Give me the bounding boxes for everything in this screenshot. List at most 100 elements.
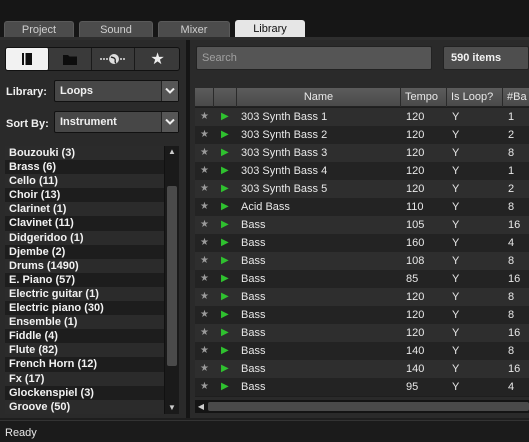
star-icon[interactable]: ★: [200, 324, 209, 342]
table-row[interactable]: ★ ▶ 303 Synth Bass 4 120 Y 1: [195, 162, 529, 180]
library-icon-bar: ★: [5, 47, 180, 71]
play-icon[interactable]: ▶: [221, 288, 229, 306]
star-icon[interactable]: ★: [200, 216, 209, 234]
table-row[interactable]: ★ ▶ Bass 140 Y 8: [195, 342, 529, 360]
list-item[interactable]: Drums (1490): [5, 258, 164, 273]
play-icon[interactable]: ▶: [221, 270, 229, 288]
star-icon[interactable]: ★: [200, 306, 209, 324]
star-icon[interactable]: ★: [200, 108, 209, 126]
table-row[interactable]: ★ ▶ Bass 120 Y 16: [195, 324, 529, 342]
table-row[interactable]: ★ ▶ Acid Bass 110 Y 8: [195, 198, 529, 216]
list-item[interactable]: Electric piano (30): [5, 301, 164, 316]
folder-button[interactable]: [49, 48, 92, 70]
table-horizontal-scrollbar[interactable]: ◀: [195, 400, 529, 413]
table-row[interactable]: ★ ▶ Bass 85 Y 16: [195, 270, 529, 288]
scrollbar-thumb[interactable]: [167, 186, 177, 366]
table-row[interactable]: ★ ▶ Bass 108 Y 8: [195, 252, 529, 270]
play-icon[interactable]: ▶: [221, 126, 229, 144]
list-item[interactable]: Electric guitar (1): [5, 286, 164, 302]
star-icon[interactable]: ★: [200, 288, 209, 306]
list-item[interactable]: Clavinet (11): [5, 216, 164, 231]
network-button[interactable]: [92, 48, 135, 70]
library-select[interactable]: Loops: [54, 80, 179, 102]
star-icon[interactable]: ★: [200, 162, 209, 180]
star-icon[interactable]: ★: [200, 126, 209, 144]
book-button[interactable]: [6, 48, 49, 70]
table-row[interactable]: ★ ▶ Bass 105 Y 16: [195, 216, 529, 234]
loops-table: Name Tempo Is Loop? #Ba ★ ▶ 303 Synth Bass…: [195, 88, 529, 397]
scroll-left-icon[interactable]: ◀: [195, 400, 207, 413]
star-icon[interactable]: ★: [200, 342, 209, 360]
scroll-down-icon[interactable]: ▼: [165, 402, 179, 414]
chevron-down-icon[interactable]: [161, 81, 178, 101]
list-item[interactable]: Ensemble (1): [5, 315, 164, 330]
instrument-list-scrollbar[interactable]: ▲ ▼: [165, 146, 179, 414]
sortby-select[interactable]: Instrument: [54, 111, 179, 133]
play-icon[interactable]: ▶: [221, 198, 229, 216]
tab-project[interactable]: Project: [4, 21, 74, 37]
star-icon[interactable]: ★: [200, 252, 209, 270]
table-row[interactable]: ★ ▶ 303 Synth Bass 3 120 Y 8: [195, 144, 529, 162]
list-item[interactable]: Fx (17): [5, 371, 164, 386]
play-icon[interactable]: ▶: [221, 234, 229, 252]
table-row[interactable]: ★ ▶ Bass 160 Y 4: [195, 234, 529, 252]
list-item[interactable]: Groove (50): [5, 399, 164, 414]
star-icon[interactable]: ★: [200, 180, 209, 198]
list-item[interactable]: E. Piano (57): [5, 272, 164, 287]
column-header-tempo[interactable]: Tempo: [401, 88, 447, 107]
table-row[interactable]: ★ ▶ Bass 120 Y 8: [195, 288, 529, 306]
play-icon[interactable]: ▶: [221, 162, 229, 180]
star-icon[interactable]: ★: [200, 378, 209, 396]
search-input[interactable]: Search: [196, 46, 432, 70]
list-item[interactable]: Bouzouki (3): [5, 146, 164, 161]
star-icon[interactable]: ★: [200, 234, 209, 252]
list-item[interactable]: Djembe (2): [5, 244, 164, 259]
column-header-name[interactable]: Name: [237, 88, 401, 107]
table-row[interactable]: ★ ▶ 303 Synth Bass 1 120 Y 1: [195, 108, 529, 126]
play-icon[interactable]: ▶: [221, 252, 229, 270]
scroll-up-icon[interactable]: ▲: [165, 146, 179, 158]
list-item[interactable]: Fiddle (4): [5, 329, 164, 344]
star-icon[interactable]: ★: [200, 360, 209, 378]
table-row[interactable]: ★ ▶ Bass 140 Y 16: [195, 360, 529, 378]
star-icon[interactable]: ★: [200, 270, 209, 288]
tab-sound[interactable]: Sound: [79, 21, 153, 37]
list-item[interactable]: Brass (6): [5, 160, 164, 175]
tab-library[interactable]: Library: [235, 20, 305, 38]
cell-tempo: 120: [406, 111, 425, 123]
instrument-list[interactable]: Bouzouki (3) Brass (6) Cello (11) Choir (13…: [5, 146, 179, 414]
play-icon[interactable]: ▶: [221, 306, 229, 324]
list-item[interactable]: Glockenspiel (3): [5, 385, 164, 400]
play-column-header[interactable]: [214, 88, 237, 107]
table-row[interactable]: ★ ▶ Bass 120 Y 8: [195, 306, 529, 324]
play-icon[interactable]: ▶: [221, 324, 229, 342]
list-item[interactable]: Flute (82): [5, 343, 164, 358]
list-item[interactable]: Choir (13): [5, 188, 164, 203]
list-item[interactable]: Didgeridoo (1): [5, 230, 164, 245]
cell-name: 303 Synth Bass 2: [241, 129, 328, 141]
play-icon[interactable]: ▶: [221, 180, 229, 198]
list-item[interactable]: French Horn (12): [5, 357, 164, 372]
play-icon[interactable]: ▶: [221, 378, 229, 396]
library-browser-panel: ★ Library: Loops Sort By: Instrument Bou…: [0, 40, 186, 418]
column-header-bars[interactable]: #Ba: [503, 88, 529, 107]
cell-bars: 1: [508, 165, 515, 177]
list-item[interactable]: Clarinet (1): [5, 202, 164, 217]
column-header-is-loop[interactable]: Is Loop?: [447, 88, 503, 107]
table-row[interactable]: ★ ▶ Bass 95 Y 4: [195, 378, 529, 396]
favorite-column-header[interactable]: [195, 88, 214, 107]
star-icon[interactable]: ★: [200, 144, 209, 162]
tab-mixer[interactable]: Mixer: [158, 21, 230, 37]
play-icon[interactable]: ▶: [221, 108, 229, 126]
play-icon[interactable]: ▶: [221, 342, 229, 360]
table-row[interactable]: ★ ▶ 303 Synth Bass 5 120 Y 2: [195, 180, 529, 198]
list-item[interactable]: Cello (11): [5, 174, 164, 189]
star-icon[interactable]: ★: [200, 198, 209, 216]
play-icon[interactable]: ▶: [221, 216, 229, 234]
table-row[interactable]: ★ ▶ 303 Synth Bass 2 120 Y 2: [195, 126, 529, 144]
play-icon[interactable]: ▶: [221, 360, 229, 378]
scrollbar-thumb[interactable]: [208, 402, 529, 411]
favorites-button[interactable]: ★: [135, 48, 180, 70]
play-icon[interactable]: ▶: [221, 144, 229, 162]
chevron-down-icon[interactable]: [161, 112, 178, 132]
